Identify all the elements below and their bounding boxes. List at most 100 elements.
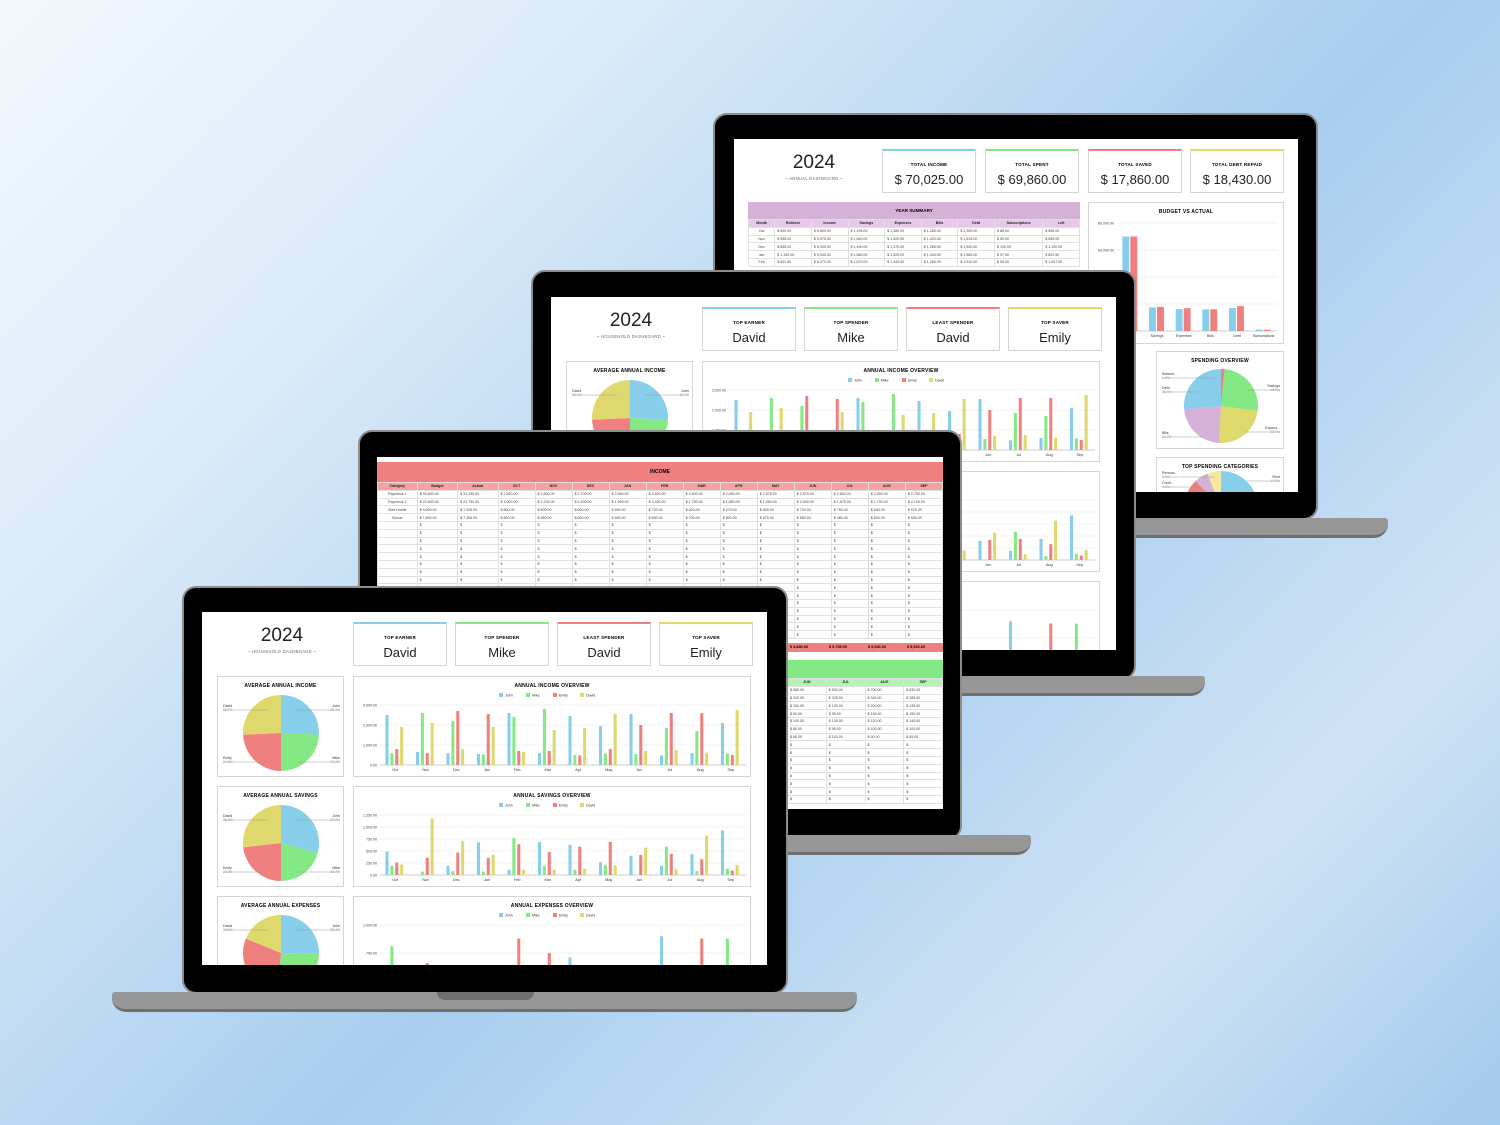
x-tick-label: Feb: [514, 878, 521, 882]
table-cell: $ 800.00: [571, 513, 610, 522]
bar-emily-apr: [578, 755, 582, 765]
table-cell: $: [867, 622, 906, 632]
x-tick-label: May: [605, 768, 612, 772]
table-cell: $: [416, 575, 459, 585]
table-cell: $: [416, 544, 459, 554]
table-cell: $: [719, 567, 758, 577]
table-cell: $ 540.00: [608, 513, 647, 522]
table-cell: $ 100.00: [903, 724, 943, 734]
bar-david-jul: [1023, 435, 1027, 450]
legend-label-emily: Emily: [559, 804, 568, 808]
bar-emily-sep: [1079, 555, 1083, 560]
bar-david-jun: [993, 532, 997, 560]
bar-emily-aug: [1049, 398, 1053, 450]
table-cell: $: [825, 771, 866, 781]
x-tick-label: Aug: [1046, 453, 1053, 457]
y-tick-label: 3,000.00: [712, 388, 726, 392]
legend-swatch-david: [929, 378, 933, 382]
table-cell: $: [793, 536, 832, 546]
table-cell: $ 500.00: [774, 226, 812, 236]
column-header: MAR: [682, 482, 721, 491]
pie-slice-john: [281, 915, 319, 954]
panel-average-annual-income: AVERAGE ANNUAL INCOME David 25.7% John 25.7%…: [217, 676, 344, 777]
legend-label-john: John: [505, 914, 513, 918]
bar-john-aug: [690, 753, 694, 765]
bar-emily-sep: [1079, 440, 1083, 450]
table-cell: $: [534, 536, 573, 546]
pie-slice-bills: [1184, 406, 1221, 443]
grouped-bar-chart: JohnMikeEmilyDavid1,000.00750.00500.00: [363, 913, 746, 965]
spending-overview-panel: SPENDING OVERVIEW Subscri... 1.6% Debt 26.4…: [1156, 351, 1284, 449]
bar-mike-nov: [420, 871, 424, 875]
bar-emily-jan: [486, 714, 490, 765]
table-row: $ 85.00 $ 100.00 $ 90.00 $ 85.00: [787, 732, 943, 742]
table-cell: $ 85.00: [994, 226, 1044, 236]
bar-emily-mar: [547, 751, 551, 765]
x-tick-label: Sep: [1076, 563, 1083, 567]
avg-pie-chart: David26.8%John29.2%Emily23.3%Mike20.7%: [223, 805, 340, 881]
table-cell: $ 120.00: [864, 716, 905, 726]
bar-emily-aug: [700, 938, 704, 965]
table-cell: $: [682, 552, 721, 561]
table-cell: $ 30,600.00: [416, 489, 459, 499]
bar-john-may: [598, 862, 603, 875]
bar-mike-jul: [1013, 413, 1017, 450]
kpi-value: Emily: [1039, 330, 1071, 345]
table-cell: $: [497, 552, 536, 561]
table-cell: [377, 552, 418, 561]
table-cell: $: [793, 567, 832, 577]
table-cell: $: [457, 575, 499, 585]
table-cell: $: [756, 544, 795, 554]
table-cell: [377, 544, 418, 554]
bar-david-jan: [491, 727, 495, 765]
kpi-label: TOP EARNER: [384, 635, 416, 640]
x-tick-label: Dec: [453, 768, 460, 772]
bar-emily-jun: [988, 539, 992, 560]
bar-mike-nov: [420, 713, 424, 765]
column-header: JAN: [608, 482, 647, 491]
table-cell: $ 800.00: [756, 505, 795, 515]
y-tick-label: 60,000.00: [1098, 248, 1114, 252]
bar-budget-savings: [1149, 307, 1156, 331]
table-cell: $: [787, 794, 827, 804]
empty-row: $$$$$$$$$$$$$$: [377, 544, 943, 554]
table-cell: $: [867, 552, 906, 561]
table-cell: $: [457, 520, 499, 530]
kpi-value: David: [587, 645, 621, 660]
table-cell: $ 600.00: [571, 505, 610, 515]
table-row: $ 90.00 $ 95.00 $ 135.00 $ 150.00: [787, 709, 943, 718]
bar-john-aug: [1039, 438, 1043, 450]
bar-emily-dec: [456, 711, 460, 765]
table-cell: $: [608, 567, 647, 577]
table-cell: $: [534, 552, 573, 561]
table-cell: $: [787, 755, 827, 765]
table-cell: $ 22,800.00: [416, 497, 459, 507]
table-cell: $: [608, 544, 647, 554]
pie-slice-mike: [281, 733, 319, 771]
table-cell: $: [571, 575, 610, 585]
bar-emily-aug: [700, 713, 704, 765]
bar-john-jun: [629, 855, 633, 875]
table-cell: $: [830, 552, 869, 561]
column-header: FEB: [645, 482, 684, 491]
table-cell: $: [867, 520, 906, 530]
table-cell: $ 1,950.00: [756, 497, 795, 507]
kpi-total-saved: TOTAL SAVED $ 17,860.00: [1088, 149, 1182, 193]
table-cell: $: [416, 536, 459, 546]
kpi-top-saver: TOP SAVER Emily: [1008, 307, 1102, 351]
bar-david-apr: [583, 868, 587, 875]
table-cell: $ 325.00: [825, 693, 866, 703]
table-cell: $ 6,270.00: [810, 257, 849, 267]
table-cell: $ 2,570.00: [793, 489, 832, 499]
table-cell: $: [830, 520, 869, 530]
table-cell: $ 85.00: [903, 732, 943, 742]
bar-budget-bills: [1202, 309, 1210, 331]
bar-mike-oct: [390, 946, 394, 965]
legend-label-emily: Emily: [559, 694, 568, 698]
bar-david-jul: [674, 750, 678, 765]
pie-slice-mike: [279, 953, 319, 965]
legend-swatch-mike: [526, 803, 530, 807]
table-cell: $: [904, 567, 943, 577]
table-cell: $ 1,190.00: [774, 250, 812, 259]
kpi-top-earner: TOP EARNER David: [353, 622, 447, 666]
